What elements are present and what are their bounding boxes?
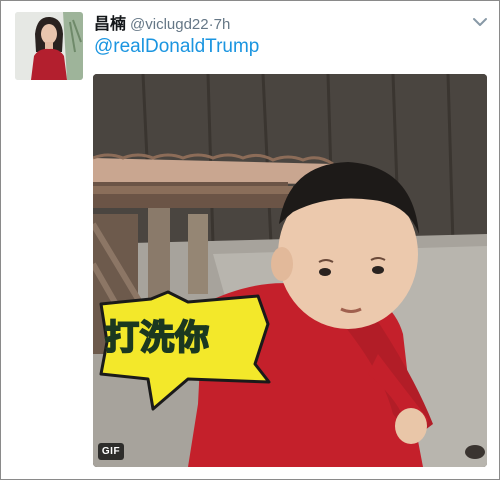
display-name[interactable]: 昌楠 (94, 14, 126, 33)
avatar[interactable] (15, 12, 83, 80)
user-handle[interactable]: @viclugd22 (130, 16, 209, 33)
gif-media[interactable]: 打洗你 GIF (93, 74, 487, 467)
tweet-card: 昌楠 @viclugd22·7h @realDonaldTrump 打洗你 GI… (0, 0, 500, 480)
timestamp[interactable]: 7h (214, 16, 231, 33)
avatar-image (15, 12, 83, 80)
mention-link[interactable]: @realDonaldTrump (94, 36, 259, 58)
gif-badge: GIF (98, 443, 124, 460)
gif-frame (93, 74, 487, 467)
chevron-down-icon[interactable] (471, 15, 489, 29)
gif-caption: 打洗你 (104, 317, 210, 359)
tweet-header: 昌楠 @viclugd22·7h (94, 10, 230, 34)
